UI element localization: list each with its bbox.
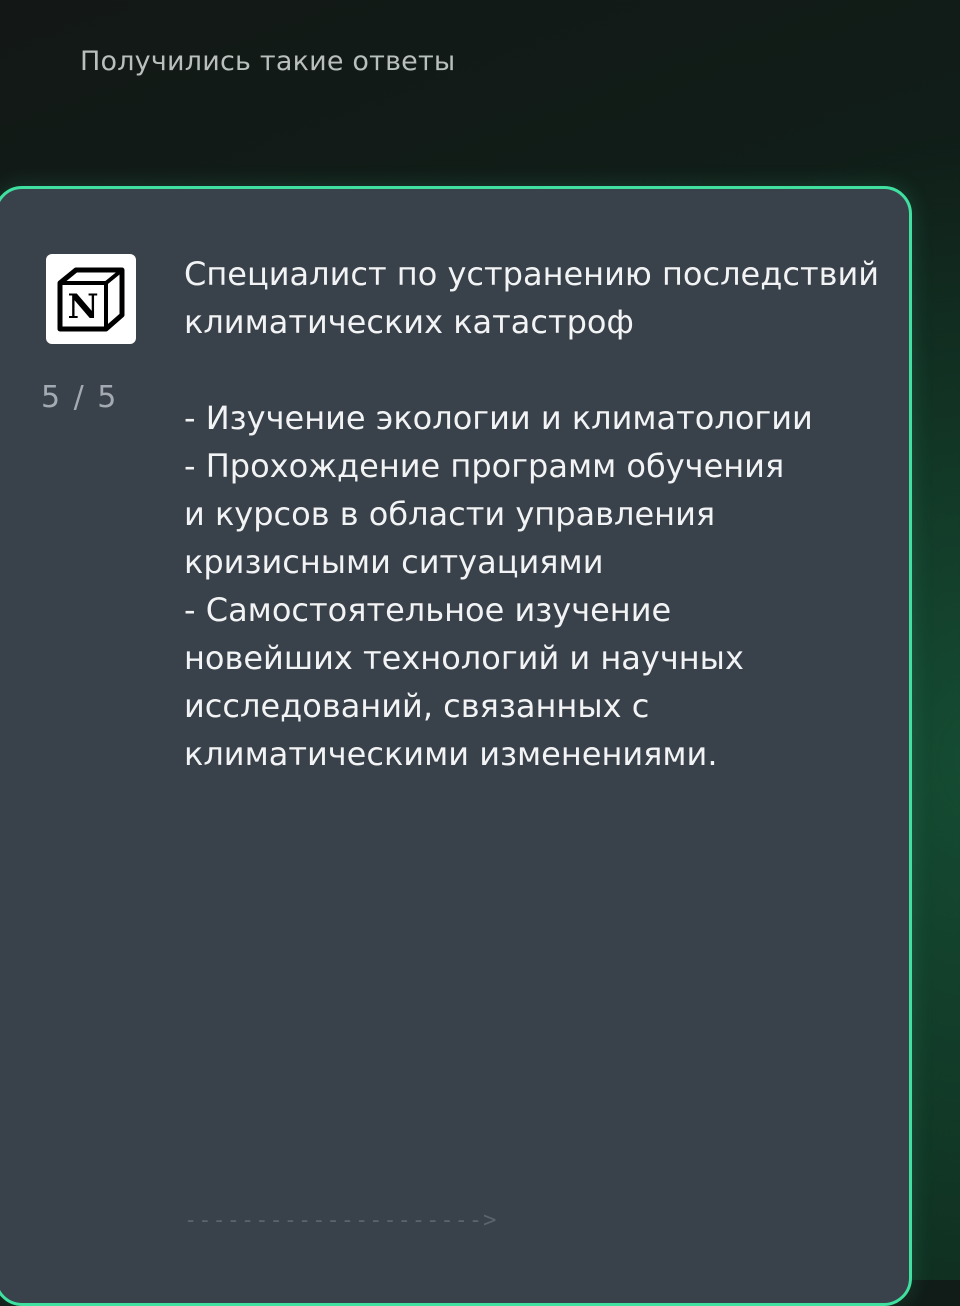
answer-line: исследований, связанных с xyxy=(184,687,650,725)
profession-title: Специалист по устранению последствий кли… xyxy=(184,255,880,341)
page-counter: 5 / 5 xyxy=(41,380,118,415)
notion-icon: N xyxy=(46,254,136,344)
answer-line: - Самостоятельное изучение xyxy=(184,591,672,629)
answer-line: и курсов в области управления xyxy=(184,495,716,533)
counter-separator: / xyxy=(73,380,86,415)
answer-line: - Изучение экологии и климатологии xyxy=(184,399,813,437)
answer-line: климатическими изменениями. xyxy=(184,735,718,773)
answer-line: кризисными ситуациями xyxy=(184,543,604,581)
counter-total: 5 xyxy=(97,380,119,415)
answer-line: - Прохождение программ обучения xyxy=(184,447,785,485)
notion-letter: N xyxy=(67,287,98,327)
answer-content: Специалист по устранению последствий кли… xyxy=(184,250,884,778)
counter-current: 5 xyxy=(41,380,63,415)
answer-line: новейших технологий и научных xyxy=(184,639,744,677)
page-title: Получились такие ответы xyxy=(80,46,456,77)
next-arrow-icon[interactable]: ---------------------> xyxy=(184,1208,497,1233)
